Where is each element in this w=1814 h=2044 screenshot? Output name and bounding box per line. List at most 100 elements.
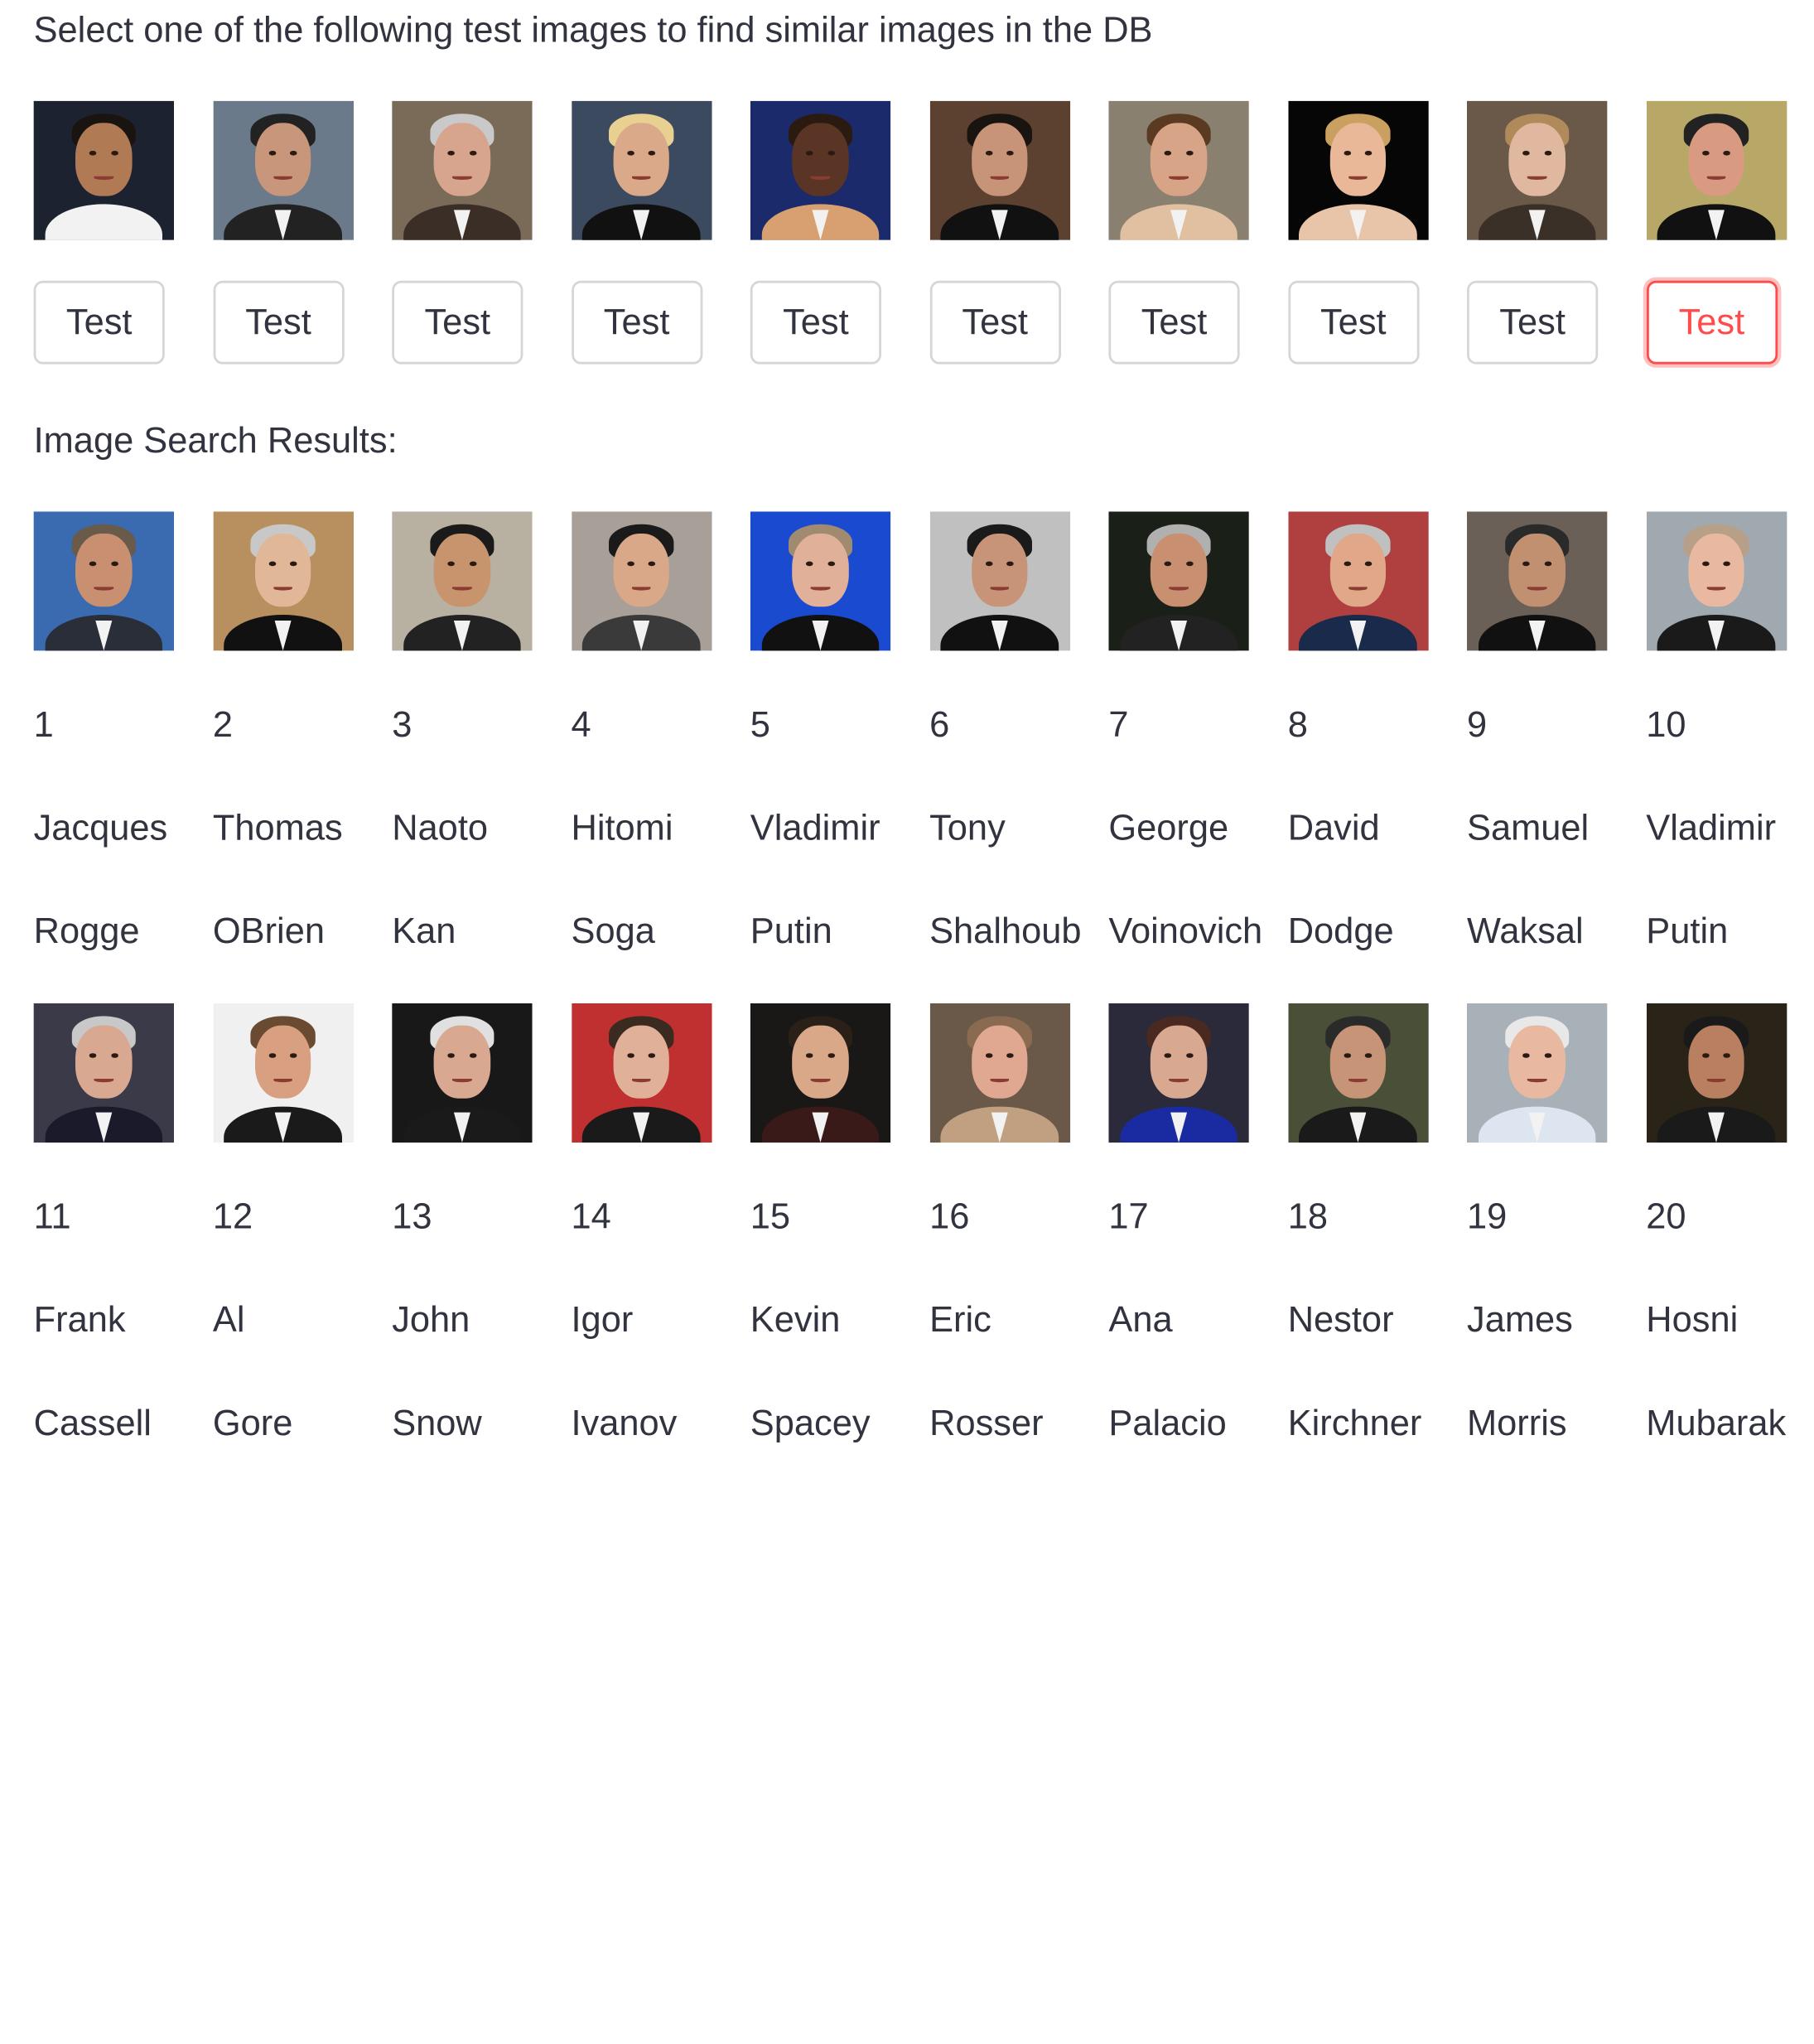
- result-rank: 7: [1108, 703, 1129, 745]
- result-first-name: Hosni: [1646, 1299, 1739, 1340]
- result-rank: 3: [392, 703, 412, 745]
- result-image-2: [212, 511, 354, 651]
- results-grid-row-2: 11 Frank Cassell 12 Al Gore 13 John Snow 14 Igor Iv…: [33, 1003, 1787, 1467]
- test-button-8[interactable]: Test: [1287, 280, 1419, 365]
- result-image-11: [33, 1003, 174, 1143]
- result-image-1: [33, 511, 174, 651]
- result-last-name: Morris: [1467, 1402, 1567, 1443]
- result-first-name: Vladimir: [750, 807, 880, 848]
- result-item-16: 16 Eric Rosser: [929, 1003, 1070, 1467]
- result-rank: 4: [571, 703, 591, 745]
- result-last-name: Waksal: [1467, 911, 1584, 951]
- result-image-12: [212, 1003, 354, 1143]
- instructions-heading: Select one of the following test images …: [33, 9, 1153, 51]
- result-image-10: [1646, 511, 1787, 651]
- test-image-7: [1108, 100, 1249, 240]
- result-item-18: 18 Nestor Kirchner: [1287, 1003, 1429, 1467]
- result-image-13: [392, 1003, 533, 1143]
- result-last-name: Cassell: [33, 1402, 152, 1443]
- result-item-6: 6 Tony Shalhoub: [929, 511, 1082, 975]
- test-button-7[interactable]: Test: [1108, 280, 1240, 365]
- result-rank: 8: [1287, 703, 1308, 745]
- result-image-5: [750, 511, 891, 651]
- result-rank: 18: [1287, 1196, 1328, 1237]
- test-button-10[interactable]: Test: [1646, 280, 1778, 365]
- result-last-name: Snow: [392, 1402, 482, 1443]
- result-image-15: [750, 1003, 891, 1143]
- test-image-8: [1287, 100, 1429, 240]
- result-first-name: Nestor: [1287, 1299, 1394, 1340]
- result-first-name: Al: [212, 1299, 245, 1340]
- result-rank: 12: [212, 1196, 253, 1237]
- result-image-8: [1287, 511, 1429, 651]
- result-image-20: [1646, 1003, 1787, 1143]
- result-first-name: Ana: [1108, 1299, 1173, 1340]
- test-button-3[interactable]: Test: [392, 280, 523, 365]
- result-item-19: 19 James Morris: [1467, 1003, 1608, 1467]
- result-rank: 10: [1646, 703, 1686, 745]
- result-image-4: [571, 511, 712, 651]
- result-rank: 2: [212, 703, 234, 745]
- result-first-name: Naoto: [392, 807, 489, 848]
- result-last-name: Gore: [212, 1402, 293, 1443]
- test-image-5: [750, 100, 891, 240]
- results-title: Image Search Results:: [33, 419, 398, 461]
- result-first-name: George: [1108, 807, 1229, 848]
- result-image-14: [571, 1003, 712, 1143]
- result-last-name: Palacio: [1108, 1402, 1227, 1443]
- test-button-6[interactable]: Test: [929, 280, 1061, 365]
- result-item-7: 7 George Voinovich: [1108, 511, 1262, 975]
- result-last-name: Putin: [750, 911, 832, 951]
- result-rank: 5: [750, 703, 770, 745]
- result-item-17: 17 Ana Palacio: [1108, 1003, 1249, 1467]
- result-first-name: Thomas: [212, 807, 343, 848]
- result-last-name: Kan: [392, 911, 456, 951]
- page: Select one of the following test images …: [0, 0, 1814, 2044]
- result-image-17: [1108, 1003, 1249, 1143]
- result-item-13: 13 John Snow: [392, 1003, 533, 1467]
- result-first-name: Jacques: [33, 807, 168, 848]
- result-item-12: 12 Al Gore: [212, 1003, 354, 1467]
- result-image-6: [929, 511, 1070, 651]
- result-rank: 17: [1108, 1196, 1149, 1237]
- result-rank: 13: [392, 1196, 432, 1237]
- result-first-name: Hitomi: [571, 807, 673, 848]
- test-images-row: [33, 100, 1787, 240]
- test-image-9: [1467, 100, 1608, 240]
- test-image-1: [33, 100, 174, 240]
- test-button-9[interactable]: Test: [1467, 280, 1599, 365]
- result-item-5: 5 Vladimir Putin: [750, 511, 891, 975]
- result-last-name: OBrien: [212, 911, 325, 951]
- test-image-10: [1646, 100, 1787, 240]
- test-button-1[interactable]: Test: [33, 280, 165, 365]
- result-first-name: Igor: [571, 1299, 634, 1340]
- result-first-name: Kevin: [750, 1299, 841, 1340]
- result-item-8: 8 David Dodge: [1287, 511, 1429, 975]
- result-item-10: 10 Vladimir Putin: [1646, 511, 1787, 975]
- test-button-2[interactable]: Test: [212, 280, 345, 365]
- result-item-15: 15 Kevin Spacey: [750, 1003, 891, 1467]
- result-item-20: 20 Hosni Mubarak: [1646, 1003, 1787, 1467]
- result-last-name: Mubarak: [1646, 1402, 1787, 1443]
- result-last-name: Spacey: [750, 1402, 871, 1443]
- result-image-16: [929, 1003, 1070, 1143]
- result-last-name: Kirchner: [1287, 1402, 1422, 1443]
- result-item-4: 4 Hitomi Soga: [571, 511, 712, 975]
- test-buttons-row: Test Test Test Test Test Test Test Test Test Test: [33, 280, 1787, 365]
- result-first-name: Samuel: [1467, 807, 1590, 848]
- result-item-3: 3 Naoto Kan: [392, 511, 533, 975]
- result-image-18: [1287, 1003, 1429, 1143]
- result-last-name: Voinovich: [1108, 911, 1263, 951]
- test-button-4[interactable]: Test: [571, 280, 702, 365]
- result-rank: 6: [929, 703, 950, 745]
- result-rank: 19: [1467, 1196, 1508, 1237]
- result-item-9: 9 Samuel Waksal: [1467, 511, 1608, 975]
- test-image-2: [212, 100, 354, 240]
- test-button-5[interactable]: Test: [750, 280, 881, 365]
- result-item-2: 2 Thomas OBrien: [212, 511, 354, 975]
- result-rank: 11: [33, 1196, 71, 1237]
- test-image-4: [571, 100, 712, 240]
- result-last-name: Shalhoub: [929, 911, 1082, 951]
- test-image-6: [929, 100, 1070, 240]
- result-rank: 9: [1467, 703, 1488, 745]
